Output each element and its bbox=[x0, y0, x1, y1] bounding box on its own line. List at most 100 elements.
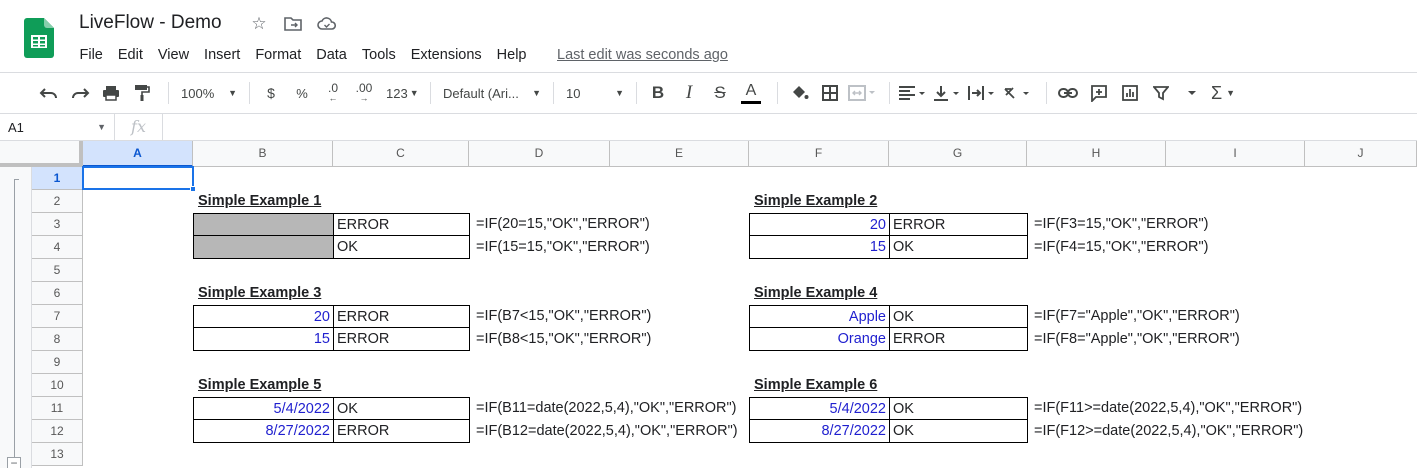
input-cell[interactable]: 20 bbox=[193, 305, 334, 328]
row-header-2[interactable]: 2 bbox=[32, 190, 83, 213]
input-cell[interactable]: 5/4/2022 bbox=[749, 397, 890, 420]
formula-text-cell[interactable]: =IF(F8="Apple","OK","ERROR") bbox=[1031, 328, 1243, 351]
formula-input[interactable] bbox=[163, 114, 1417, 140]
menu-edit[interactable]: Edit bbox=[110, 45, 150, 65]
row-header-11[interactable]: 11 bbox=[32, 397, 83, 420]
insert-chart-icon[interactable] bbox=[1117, 80, 1143, 106]
zoom-select[interactable]: 100% ▼ bbox=[177, 86, 241, 101]
sheets-logo-icon[interactable] bbox=[24, 18, 54, 58]
input-cell[interactable]: 20 bbox=[749, 213, 890, 236]
increase-decimal-button[interactable]: .00 → bbox=[351, 80, 377, 106]
menu-tools[interactable]: Tools bbox=[354, 45, 403, 65]
result-cell[interactable]: ERROR bbox=[333, 328, 470, 351]
input-cell[interactable] bbox=[193, 213, 334, 236]
name-box[interactable]: A1 ▼ bbox=[0, 114, 115, 140]
result-cell[interactable]: OK bbox=[333, 236, 470, 259]
input-cell[interactable] bbox=[193, 236, 334, 259]
print-icon[interactable] bbox=[98, 80, 124, 106]
fill-color-icon[interactable] bbox=[786, 80, 812, 106]
spreadsheet-grid[interactable]: − A B C D E F G H I J 1 2 3 4 5 6 7 8 9 10 11 12 13 Simple Exam… bbox=[0, 141, 1417, 468]
row-header-10[interactable]: 10 bbox=[32, 374, 83, 397]
move-to-folder-icon[interactable] bbox=[282, 13, 304, 35]
select-all-corner[interactable] bbox=[0, 141, 83, 167]
collapse-group-button[interactable]: − bbox=[7, 457, 21, 468]
italic-button[interactable]: I bbox=[676, 80, 702, 106]
formula-text-cell[interactable]: =IF(B12=date(2022,5,4),"OK","ERROR") bbox=[473, 420, 741, 443]
selected-cell-a1[interactable] bbox=[82, 166, 194, 190]
insert-link-icon[interactable] bbox=[1055, 80, 1081, 106]
document-title[interactable]: LiveFlow - Demo bbox=[79, 12, 222, 34]
filter-icon[interactable] bbox=[1148, 80, 1174, 106]
strikethrough-button[interactable]: S bbox=[707, 80, 733, 106]
horizontal-align-icon[interactable] bbox=[898, 80, 928, 106]
bold-button[interactable]: B bbox=[645, 80, 671, 106]
star-icon[interactable]: ☆ bbox=[248, 13, 270, 35]
row-header-5[interactable]: 5 bbox=[32, 259, 83, 282]
column-header-a[interactable]: A bbox=[83, 141, 193, 167]
fill-handle[interactable] bbox=[190, 186, 196, 192]
row-header-13[interactable]: 13 bbox=[32, 443, 83, 466]
column-header-g[interactable]: G bbox=[889, 141, 1027, 167]
row-header-8[interactable]: 8 bbox=[32, 328, 83, 351]
currency-format-button[interactable]: $ bbox=[258, 80, 284, 106]
formula-text-cell[interactable]: =IF(F3=15,"OK","ERROR") bbox=[1031, 213, 1212, 236]
column-header-c[interactable]: C bbox=[333, 141, 469, 167]
column-header-i[interactable]: I bbox=[1166, 141, 1305, 167]
result-cell[interactable]: OK bbox=[889, 420, 1028, 443]
input-cell[interactable]: 15 bbox=[193, 328, 334, 351]
formula-text-cell[interactable]: =IF(B11=date(2022,5,4),"OK","ERROR") bbox=[473, 397, 739, 420]
percent-format-button[interactable]: % bbox=[289, 80, 315, 106]
row-header-3[interactable]: 3 bbox=[32, 213, 83, 236]
menu-insert[interactable]: Insert bbox=[197, 45, 248, 65]
text-wrapping-icon[interactable] bbox=[968, 80, 998, 106]
redo-icon[interactable] bbox=[67, 80, 93, 106]
input-cell[interactable]: 8/27/2022 bbox=[193, 420, 334, 443]
column-header-d[interactable]: D bbox=[469, 141, 610, 167]
borders-icon[interactable] bbox=[817, 80, 843, 106]
merge-cells-icon[interactable] bbox=[848, 80, 876, 106]
result-cell[interactable]: OK bbox=[889, 236, 1028, 259]
result-cell[interactable]: ERROR bbox=[333, 305, 470, 328]
more-formats-select[interactable]: 123 ▼ bbox=[382, 86, 422, 101]
formula-text-cell[interactable]: =IF(F12>=date(2022,5,4),"OK","ERROR") bbox=[1031, 420, 1306, 443]
undo-icon[interactable] bbox=[36, 80, 62, 106]
column-header-e[interactable]: E bbox=[610, 141, 749, 167]
decrease-decimal-button[interactable]: .0 ← bbox=[320, 80, 346, 106]
column-header-b[interactable]: B bbox=[193, 141, 333, 167]
formula-text-cell[interactable]: =IF(20=15,"OK","ERROR") bbox=[473, 213, 653, 236]
cloud-status-icon[interactable] bbox=[316, 13, 338, 35]
paint-format-icon[interactable] bbox=[129, 80, 155, 106]
formula-text-cell[interactable]: =IF(B7<15,"OK","ERROR") bbox=[473, 305, 654, 328]
menu-file[interactable]: File bbox=[72, 45, 110, 65]
menu-data[interactable]: Data bbox=[309, 45, 355, 65]
result-cell[interactable]: OK bbox=[889, 397, 1028, 420]
row-header-1[interactable]: 1 bbox=[32, 167, 83, 190]
last-edit-link[interactable]: Last edit was seconds ago bbox=[550, 45, 735, 65]
result-cell[interactable]: ERROR bbox=[333, 213, 470, 236]
input-cell[interactable]: 5/4/2022 bbox=[193, 397, 334, 420]
menu-extensions[interactable]: Extensions bbox=[403, 45, 489, 65]
column-header-h[interactable]: H bbox=[1027, 141, 1166, 167]
text-rotation-icon[interactable] bbox=[1003, 80, 1033, 106]
result-cell[interactable]: ERROR bbox=[333, 420, 470, 443]
insert-comment-icon[interactable] bbox=[1086, 80, 1112, 106]
input-cell[interactable]: Orange bbox=[749, 328, 890, 351]
row-header-9[interactable]: 9 bbox=[32, 351, 83, 374]
column-header-j[interactable]: J bbox=[1305, 141, 1417, 167]
formula-text-cell[interactable]: =IF(F7="Apple","OK","ERROR") bbox=[1031, 305, 1243, 328]
filter-views-dropdown[interactable] bbox=[1179, 80, 1205, 106]
formula-text-cell[interactable]: =IF(B8<15,"OK","ERROR") bbox=[473, 328, 654, 351]
functions-button[interactable]: Σ ▼ bbox=[1210, 80, 1236, 106]
input-cell[interactable]: 8/27/2022 bbox=[749, 420, 890, 443]
vertical-align-icon[interactable] bbox=[933, 80, 963, 106]
menu-format[interactable]: Format bbox=[248, 45, 309, 65]
formula-text-cell[interactable]: =IF(15=15,"OK","ERROR") bbox=[473, 236, 653, 259]
result-cell[interactable]: OK bbox=[889, 305, 1028, 328]
column-header-f[interactable]: F bbox=[749, 141, 889, 167]
input-cell[interactable]: Apple bbox=[749, 305, 890, 328]
text-color-button[interactable]: A bbox=[738, 80, 764, 106]
formula-text-cell[interactable]: =IF(F11>=date(2022,5,4),"OK","ERROR") bbox=[1031, 397, 1305, 420]
formula-text-cell[interactable]: =IF(F4=15,"OK","ERROR") bbox=[1031, 236, 1212, 259]
result-cell[interactable]: ERROR bbox=[889, 213, 1028, 236]
row-header-6[interactable]: 6 bbox=[32, 282, 83, 305]
